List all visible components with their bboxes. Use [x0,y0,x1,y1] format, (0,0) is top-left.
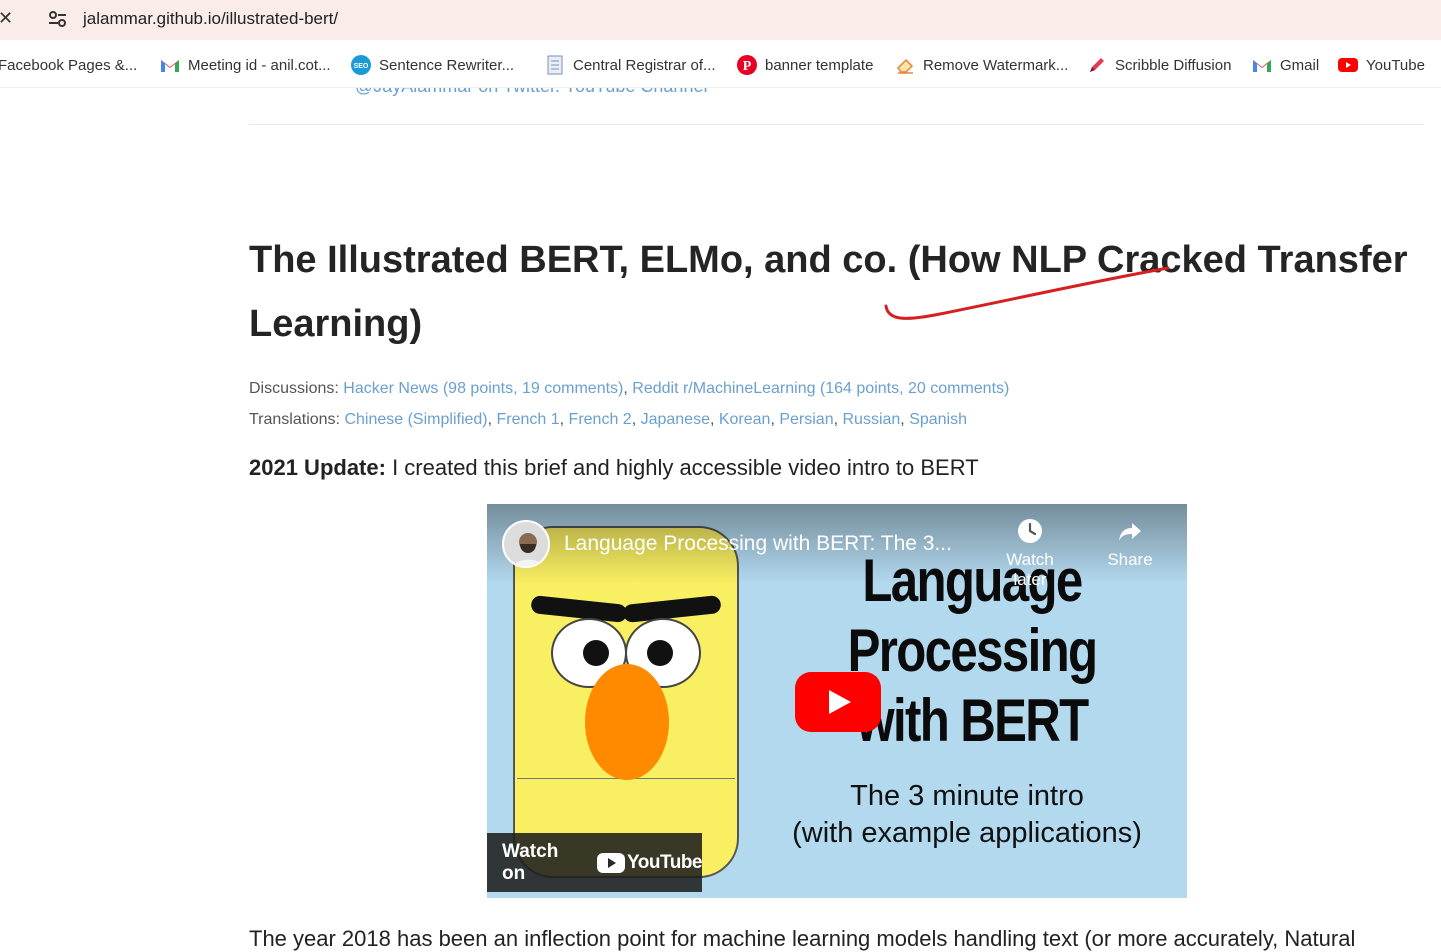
red-underline-annotation [884,266,1170,320]
site-settings-icon[interactable] [46,8,70,30]
bookmark-gmail[interactable]: Gmail [1252,54,1319,76]
bookmark-central-registrar[interactable]: Central Registrar of... [545,54,716,76]
thumbnail-subtitle: The 3 minute intro (with example applica… [777,778,1157,852]
translation-link-korean[interactable]: Korean [719,411,771,428]
bookmark-label: Sentence Rewriter... [379,56,515,74]
page-title: The Illustrated BERT, ELMo, and co. (How… [249,239,1408,345]
youtube-wordmark: YouTube [627,851,702,873]
bookmark-label: Central Registrar of... [573,56,716,74]
bookmark-label: Remove Watermark... [923,56,1069,74]
bookmark-label: banner template [765,56,874,74]
translation-link-french-2[interactable]: French 2 [569,411,632,428]
translations-line: Translations: Chinese (Simplified), Fren… [249,411,968,428]
bookmark-scribble-diffusion[interactable]: Scribble Diffusion [1087,54,1231,76]
gmail-icon [160,55,180,75]
article-paragraph: The year 2018 has been an inflection poi… [249,926,1356,951]
translation-link-spanish[interactable]: Spanish [909,411,967,428]
share-button[interactable]: Share [1090,518,1170,570]
thumbnail-subtitle-line-1: The 3 minute intro [850,780,1084,812]
bookmark-meeting-id[interactable]: Meeting id - anil.cot... [160,54,331,76]
bookmark-sentence-rewriter[interactable]: SEO Sentence Rewriter... [351,54,514,76]
translation-link-russian[interactable]: Russian [842,411,900,428]
youtube-icon [1338,55,1358,75]
youtube-play-icon [597,852,626,873]
reddit-link[interactable]: Reddit r/MachineLearning (164 points, 20… [632,380,1009,397]
translation-link-persian[interactable]: Persian [779,411,833,428]
browser-address-bar: ✕ jalammar.github.io/illustrated-bert/ [0,0,1441,40]
bookmark-label: Scribble Diffusion [1115,56,1232,74]
svg-text:SEO: SEO [354,63,369,70]
watch-on-label: Watch on [502,840,559,884]
youtube-embed[interactable]: Language Processing with BERT The 3 minu… [487,504,1187,898]
bert-nose [585,664,669,780]
share-icon [1119,523,1141,541]
bookmark-label: Facebook Pages &... [0,56,138,74]
share-label: Share [1107,550,1153,569]
channel-avatar[interactable] [502,520,550,568]
bookmarks-bar: Facebook Pages &... Meeting id - anil.co… [0,40,1441,88]
thumbnail-subtitle-line-2: (with example applications) [792,817,1142,849]
watch-later-button[interactable]: Watch later [990,518,1070,590]
divider [249,124,1424,125]
pencil-icon [1087,55,1107,75]
hacker-news-link[interactable]: Hacker News (98 points, 19 comments) [343,380,623,397]
bookmark-label: Gmail [1280,56,1320,74]
url-field[interactable]: jalammar.github.io/illustrated-bert/ [83,9,338,29]
svg-text:P: P [743,59,752,74]
close-icon[interactable]: ✕ [0,6,16,30]
clock-icon [1018,519,1042,543]
play-button[interactable] [795,672,881,732]
update-label: 2021 Update: [249,455,386,480]
discussions-label: Discussions: [249,380,339,397]
bookmark-remove-watermark[interactable]: Remove Watermark... [895,54,1068,76]
seo-icon: SEO [351,55,371,75]
translations-label: Translations: [249,411,340,428]
watch-on-youtube-button[interactable]: Watch on YouTube [487,833,702,892]
bookmark-facebook-pages[interactable]: Facebook Pages &... [0,54,137,76]
discussions-line: Discussions: Hacker News (98 points, 19 … [249,380,1010,397]
watch-later-label: Watch later [1006,550,1054,589]
video-title[interactable]: Language Processing with BERT: The 3... [564,532,952,556]
translation-link-chinese[interactable]: Chinese (Simplified) [344,411,487,428]
youtube-logo: YouTube [597,852,702,874]
eraser-icon [895,55,915,75]
document-icon [545,55,565,75]
gmail-icon [1252,55,1272,75]
pinterest-icon: P [737,55,757,75]
bookmark-label: YouTube [1366,56,1425,74]
bookmark-label: Meeting id - anil.cot... [188,56,331,74]
update-note: 2021 Update: I created this brief and hi… [249,455,979,481]
bookmark-youtube[interactable]: YouTube [1338,54,1425,76]
translation-link-japanese[interactable]: Japanese [641,411,710,428]
bookmark-banner-template[interactable]: P banner template [737,54,873,76]
update-text: I created this brief and highly accessib… [385,455,979,480]
translation-link-french-1[interactable]: French 1 [497,411,560,428]
